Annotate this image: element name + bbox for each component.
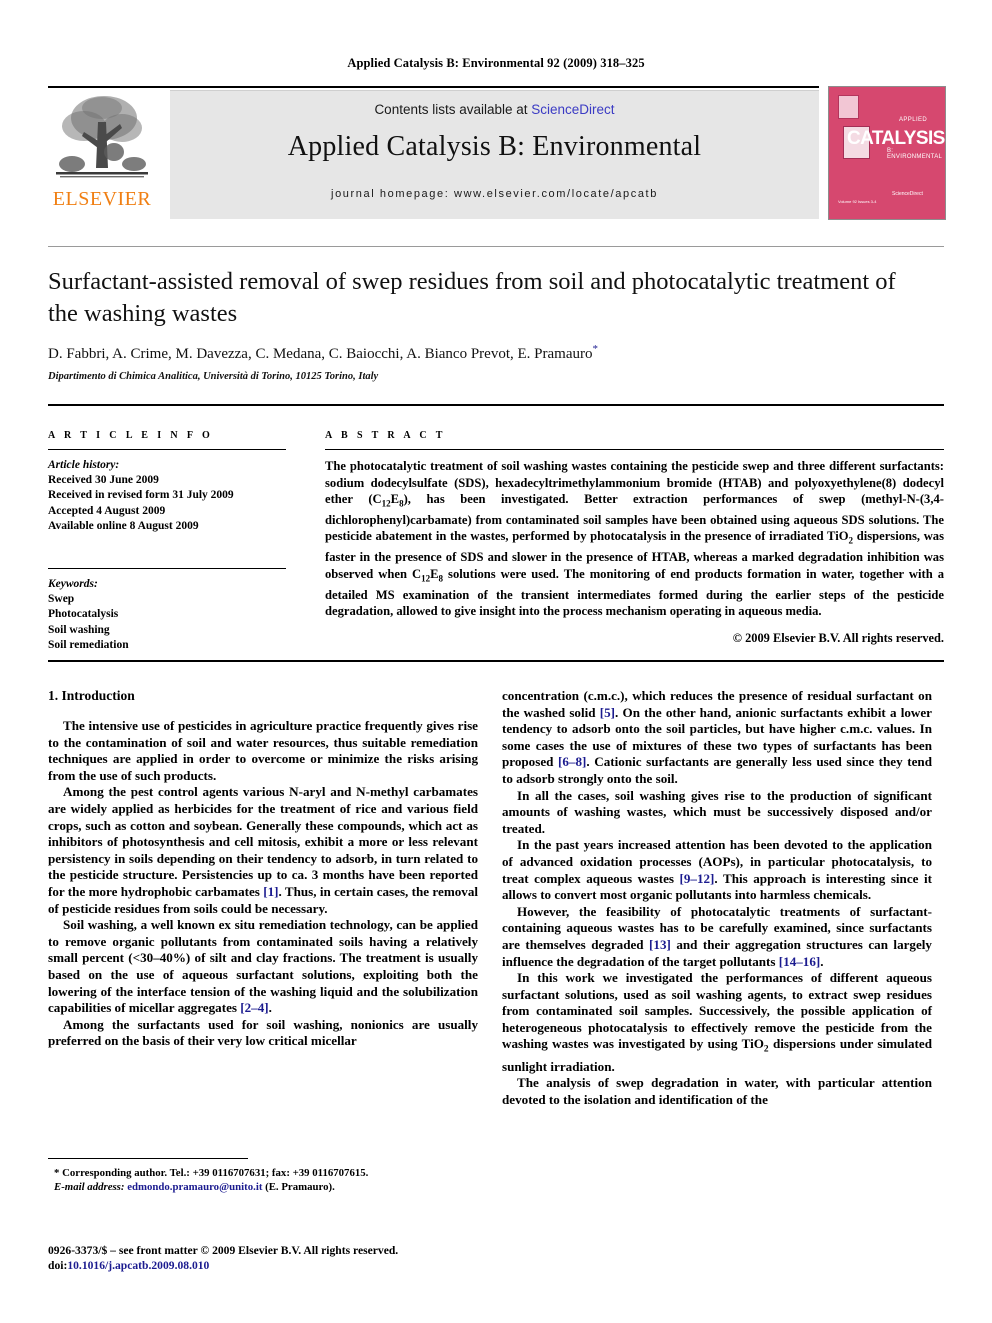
issn-line: 0926-3373/$ – see front matter © 2009 El… <box>48 1244 399 1257</box>
author-list: D. Fabbri, A. Crime, M. Davezza, C. Meda… <box>48 343 928 363</box>
journal-homepage[interactable]: journal homepage: www.elsevier.com/locat… <box>170 188 819 200</box>
keyword-item: Swep <box>48 593 75 606</box>
contents-available-line: Contents lists available at ScienceDirec… <box>170 102 819 117</box>
contents-prefix: Contents lists available at <box>374 102 532 117</box>
doi-line: doi:10.1016/j.apcatb.2009.08.010 <box>48 1258 498 1273</box>
body-separator <box>48 660 944 662</box>
abstract-seg: E <box>430 566 439 581</box>
cover-catalysis-title: CATALYSIS <box>847 128 945 149</box>
footnote-rule <box>48 1158 248 1159</box>
keywords-label: Keywords: <box>48 578 98 591</box>
elsevier-wordmark: ELSEVIER <box>52 188 152 210</box>
abstract-sub: 12 <box>421 573 431 584</box>
paragraph-text: Among the pest control agents various N-… <box>48 784 479 916</box>
history-item: Available online 8 August 2009 <box>48 519 199 532</box>
email-suffix: (E. Pramauro). <box>262 1181 335 1193</box>
article-info-rule <box>48 449 286 451</box>
running-head: Applied Catalysis B: Environmental 92 (2… <box>347 56 645 70</box>
abstract-heading: A B S T R A C T <box>325 430 446 441</box>
cover-corner-text: Volume 92 Issues 3-4 <box>838 199 877 204</box>
history-item: Accepted 4 August 2009 <box>48 504 166 517</box>
cover-sciencedirect-text: ScienceDirect <box>892 191 923 197</box>
doi-label: doi: <box>48 1259 68 1272</box>
footnote-block: * Corresponding author. Tel.: +39 011670… <box>48 1166 478 1194</box>
history-item: Received in revised form 31 July 2009 <box>48 489 234 502</box>
title-separator <box>48 246 944 247</box>
corresponding-author-note: * Corresponding author. Tel.: +39 011670… <box>54 1167 369 1179</box>
affiliation: Dipartimento di Chimica Analitica, Unive… <box>48 371 379 382</box>
article-info-column: A R T I C L E I N F O Article history: R… <box>48 430 286 653</box>
journal-masthead: ELSEVIER Contents lists available at Sci… <box>48 86 946 220</box>
section-heading-introduction: 1. Introduction <box>48 688 135 703</box>
article-history-label: Article history: <box>48 459 120 472</box>
masthead-top-rule <box>48 86 819 88</box>
cover-elsevier-mark <box>838 95 859 119</box>
info-abstract-separator <box>48 404 944 406</box>
page-title: Surfactant-assisted removal of swep resi… <box>48 268 896 327</box>
elsevier-logo: ELSEVIER <box>48 90 156 220</box>
paper-page: Applied Catalysis B: Environmental 92 (2… <box>0 0 992 1323</box>
author-names: D. Fabbri, A. Crime, M. Davezza, C. Meda… <box>48 346 593 362</box>
article-info-heading: A R T I C L E I N F O <box>48 430 214 441</box>
doi-link[interactable]: 10.1016/j.apcatb.2009.08.010 <box>67 1259 209 1272</box>
email-link[interactable]: edmondo.pramauro@unito.it <box>127 1181 262 1193</box>
abstract-rule <box>325 449 944 451</box>
abstract-copyright: © 2009 Elsevier B.V. All rights reserved… <box>732 631 944 646</box>
body-right-column: concentration (c.m.c.), which reduces th… <box>502 688 932 1108</box>
cover-applied-label: APPLIED <box>899 117 928 123</box>
email-note: E-mail address: edmondo.pramauro@unito.i… <box>48 1180 478 1194</box>
paragraph: In this work we investigated the perform… <box>502 970 932 1074</box>
issn-block: 0926-3373/$ – see front matter © 2009 El… <box>48 1243 498 1273</box>
keyword-item: Photocatalysis <box>48 608 119 621</box>
corresponding-author-marker: * <box>592 343 598 355</box>
keyword-item: Soil remediation <box>48 638 129 651</box>
elsevier-tree-icon <box>52 92 152 186</box>
history-item: Received 30 June 2009 <box>48 474 159 487</box>
abstract-column: A B S T R A C T The photocatalytic treat… <box>325 430 944 646</box>
journal-title: Applied Catalysis B: Environmental <box>287 131 702 162</box>
paragraph: concentration (c.m.c.), which reduces th… <box>502 688 932 786</box>
journal-banner: Contents lists available at ScienceDirec… <box>170 90 819 219</box>
abstract-text: The photocatalytic treatment of soil was… <box>325 458 944 619</box>
sciencedirect-link[interactable]: ScienceDirect <box>531 102 614 117</box>
body-left-column: 1. Introduction The intensive use of pes… <box>48 688 478 1050</box>
paragraph: Soil washing, a well known ex situ remed… <box>48 917 478 1017</box>
cover-subtitle: B: ENVIRONMENTAL <box>887 148 943 160</box>
paragraph: The intensive use of pesticides in agric… <box>48 718 478 783</box>
abstract-sub: 12 <box>381 498 391 509</box>
abstract-seg: E <box>390 492 400 506</box>
paragraph: Among the surfactants used for soil wash… <box>48 1016 478 1049</box>
keyword-item: Soil washing <box>48 623 110 636</box>
paragraph: However, the feasibility of photocatalyt… <box>502 903 932 969</box>
paragraph: Among the pest control agents various N-… <box>48 784 478 917</box>
paragraph-text: Soil washing, a well known ex situ remed… <box>48 917 478 1016</box>
keywords-rule <box>48 568 286 570</box>
paragraph: The analysis of swep degradation in wate… <box>502 1075 932 1107</box>
email-label: E-mail address: <box>54 1181 125 1193</box>
journal-cover-thumbnail: APPLIED CATALYSIS B: ENVIRONMENTAL Scien… <box>828 86 946 220</box>
paragraph: In the past years increased attention ha… <box>502 837 932 903</box>
paragraph: In all the cases, soil washing gives ris… <box>502 787 932 836</box>
